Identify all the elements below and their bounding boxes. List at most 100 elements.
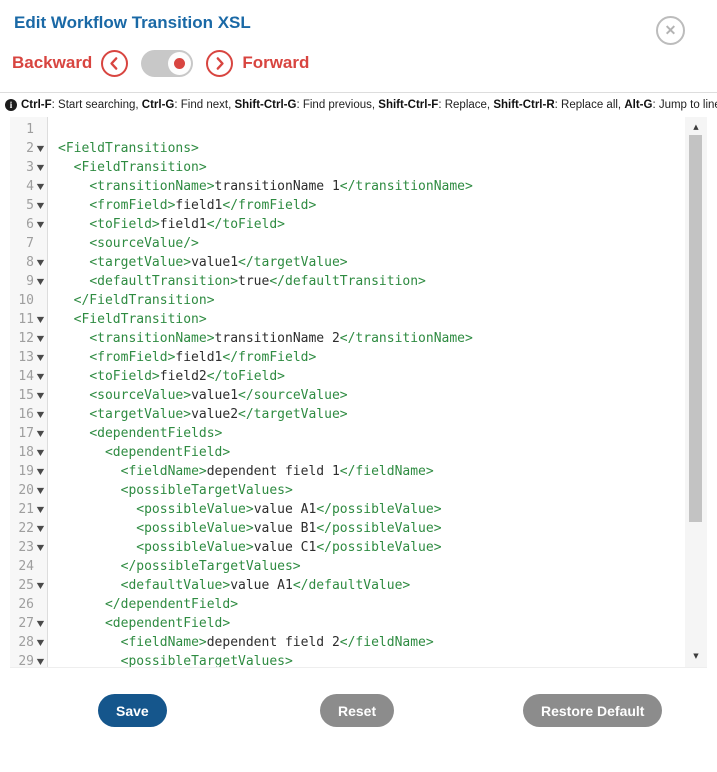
scrollbar-thumb[interactable]: [689, 135, 702, 522]
xml-tag-token: </transitionName>: [340, 331, 473, 346]
xml-tag-token: <FieldTransitions>: [58, 141, 199, 156]
code-line: <fromField>field1</fromField>: [58, 348, 684, 367]
xml-tag-token: <toField>: [89, 369, 159, 384]
line-number: 18: [10, 445, 34, 460]
xml-text-token: [58, 445, 105, 460]
line-number: 7: [10, 236, 34, 251]
fold-arrow-icon[interactable]: ▼: [33, 196, 49, 215]
code-line: <targetValue>value1</targetValue>: [58, 253, 684, 272]
code-line: <sourceValue/>: [58, 234, 684, 253]
fold-arrow-icon[interactable]: ▼: [33, 633, 49, 652]
gutter-line: 20▼: [10, 481, 47, 500]
code-line: <possibleTargetValues>: [58, 652, 684, 668]
line-number: 8: [10, 255, 34, 270]
fold-arrow-icon[interactable]: ▼: [33, 443, 49, 462]
line-number: 12: [10, 331, 34, 346]
xml-tag-token: </toField>: [207, 369, 285, 384]
line-number: 16: [10, 407, 34, 422]
fold-arrow-icon[interactable]: ▼: [33, 576, 49, 595]
xml-tag-token: <fieldName>: [121, 464, 207, 479]
xml-text-token: [58, 331, 89, 346]
fold-arrow-icon[interactable]: ▼: [33, 462, 49, 481]
gutter-line: 18▼: [10, 443, 47, 462]
code-line: </dependentField>: [58, 595, 684, 614]
line-number: 23: [10, 540, 34, 555]
gutter-line: 28▼: [10, 633, 47, 652]
fold-arrow-icon[interactable]: ▼: [33, 538, 49, 557]
forward-button[interactable]: [206, 50, 233, 77]
xml-tag-token: </targetValue>: [238, 255, 348, 270]
fold-arrow-icon[interactable]: ▼: [33, 500, 49, 519]
backward-label: Backward: [12, 53, 92, 73]
fold-arrow-icon[interactable]: ▼: [33, 348, 49, 367]
fold-arrow-icon[interactable]: ▼: [33, 481, 49, 500]
fold-arrow-icon[interactable]: ▼: [33, 424, 49, 443]
shortcut-key: Ctrl-G: [142, 99, 175, 111]
gutter-line: 25▼: [10, 576, 47, 595]
line-number: 24: [10, 559, 34, 574]
fold-arrow-icon[interactable]: ▼: [33, 652, 49, 668]
xml-text-token: field1: [175, 350, 222, 365]
code-area[interactable]: <FieldTransitions> <FieldTransition> <tr…: [49, 117, 684, 667]
chevron-right-icon: [208, 50, 231, 77]
fold-arrow-icon[interactable]: ▼: [33, 310, 49, 329]
xml-text-token: [58, 312, 74, 327]
line-number: 29: [10, 654, 34, 668]
gutter-line: 23▼: [10, 538, 47, 557]
fold-arrow-icon[interactable]: ▼: [33, 158, 49, 177]
xml-tag-token: <transitionName>: [89, 179, 214, 194]
fold-arrow-icon[interactable]: ▼: [33, 329, 49, 348]
direction-toggle[interactable]: [141, 50, 193, 77]
scroll-up-arrow-icon[interactable]: ▲: [685, 119, 707, 135]
xml-tag-token: </dependentField>: [105, 597, 238, 612]
reset-button[interactable]: Reset: [320, 694, 394, 727]
gutter-line: 5▼: [10, 196, 47, 215]
line-number: 11: [10, 312, 34, 327]
code-line: <FieldTransition>: [58, 310, 684, 329]
xml-text-token: value2: [191, 407, 238, 422]
gutter-line: 22▼: [10, 519, 47, 538]
backward-button[interactable]: [101, 50, 128, 77]
fold-arrow-icon[interactable]: ▼: [33, 405, 49, 424]
fold-arrow-icon[interactable]: ▼: [33, 367, 49, 386]
code-line: <dependentFields>: [58, 424, 684, 443]
gutter-line: 21▼: [10, 500, 47, 519]
xml-tag-token: </defaultTransition>: [269, 274, 426, 289]
line-number: 20: [10, 483, 34, 498]
line-number: 28: [10, 635, 34, 650]
xml-text-token: transitionName 1: [215, 179, 340, 194]
gutter-line: 4▼: [10, 177, 47, 196]
fold-arrow-icon[interactable]: ▼: [33, 519, 49, 538]
line-number: 25: [10, 578, 34, 593]
xml-text-token: [58, 502, 136, 517]
gutter-line: 6▼: [10, 215, 47, 234]
xml-text-token: [58, 559, 121, 574]
fold-arrow-icon[interactable]: ▼: [33, 215, 49, 234]
fold-arrow-icon[interactable]: ▼: [33, 253, 49, 272]
close-button[interactable]: ✕: [656, 16, 685, 45]
fold-arrow-icon[interactable]: ▼: [33, 177, 49, 196]
edit-workflow-transition-dialog: Edit Workflow Transition XSL ✕ Backward …: [0, 0, 717, 772]
line-number: 2: [10, 141, 34, 156]
xml-text-token: [58, 407, 89, 422]
xml-code-editor[interactable]: 12▼3▼4▼5▼6▼78▼9▼1011▼12▼13▼14▼15▼16▼17▼1…: [10, 117, 707, 668]
fold-arrow-icon[interactable]: ▼: [33, 139, 49, 158]
restore-default-button[interactable]: Restore Default: [523, 694, 662, 727]
scroll-down-arrow-icon[interactable]: ▼: [685, 648, 707, 664]
gutter-line: 15▼: [10, 386, 47, 405]
xml-tag-token: <sourceValue>: [89, 388, 191, 403]
toggle-dot-icon: [174, 58, 185, 69]
save-button[interactable]: Save: [98, 694, 167, 727]
line-number: 1: [10, 122, 34, 137]
vertical-scrollbar[interactable]: ▲ ▼: [685, 117, 707, 667]
fold-arrow-icon[interactable]: ▼: [33, 272, 49, 291]
xml-text-token: [58, 540, 136, 555]
code-line: <dependentField>: [58, 443, 684, 462]
xml-text-token: field1: [175, 198, 222, 213]
fold-arrow-icon[interactable]: ▼: [33, 614, 49, 633]
xml-tag-token: <defaultTransition>: [89, 274, 238, 289]
xml-tag-token: </possibleTargetValues>: [121, 559, 301, 574]
xml-tag-token: </possibleValue>: [316, 521, 441, 536]
fold-arrow-icon[interactable]: ▼: [33, 386, 49, 405]
xml-tag-token: <possibleValue>: [136, 502, 253, 517]
